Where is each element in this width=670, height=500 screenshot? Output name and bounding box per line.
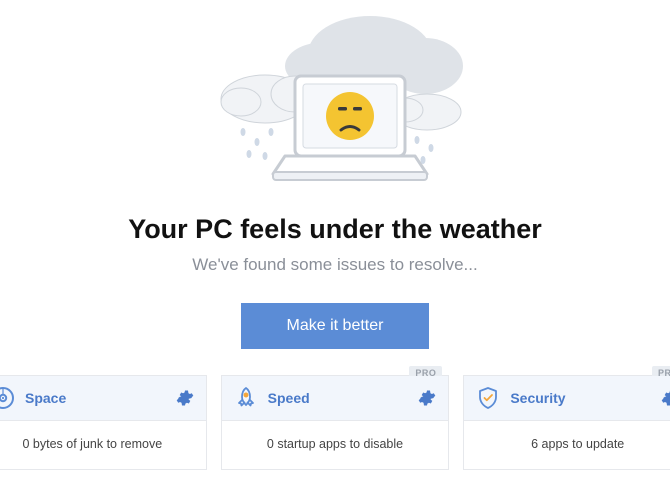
card-speed-status: 0 startup apps to disable [222,421,449,469]
card-space-header: Space [0,376,206,421]
shield-icon [476,386,500,410]
card-speed-title: Speed [268,390,419,406]
gear-icon[interactable] [661,389,670,407]
card-security-status: 6 apps to update [464,421,670,469]
disk-icon [0,386,15,410]
make-it-better-button[interactable]: Make it better [241,303,430,349]
weather-laptop-illustration [195,4,475,204]
card-speed-header: Speed [222,376,449,421]
card-space-title: Space [25,390,176,406]
status-cards-row: Space 0 bytes of junk to remove PRO Spee… [0,349,670,470]
card-space[interactable]: Space 0 bytes of junk to remove [0,375,207,470]
card-speed[interactable]: PRO Speed 0 startup apps to disable [221,375,450,470]
rocket-icon [234,386,258,410]
gear-icon[interactable] [176,389,194,407]
card-security[interactable]: PRO Security 6 apps to update [463,375,670,470]
card-space-status: 0 bytes of junk to remove [0,421,206,469]
gear-icon[interactable] [418,389,436,407]
card-security-title: Security [510,390,661,406]
card-security-header: Security [464,376,670,421]
page-headline: Your PC feels under the weather [0,214,670,245]
page-subhead: We've found some issues to resolve... [0,255,670,275]
